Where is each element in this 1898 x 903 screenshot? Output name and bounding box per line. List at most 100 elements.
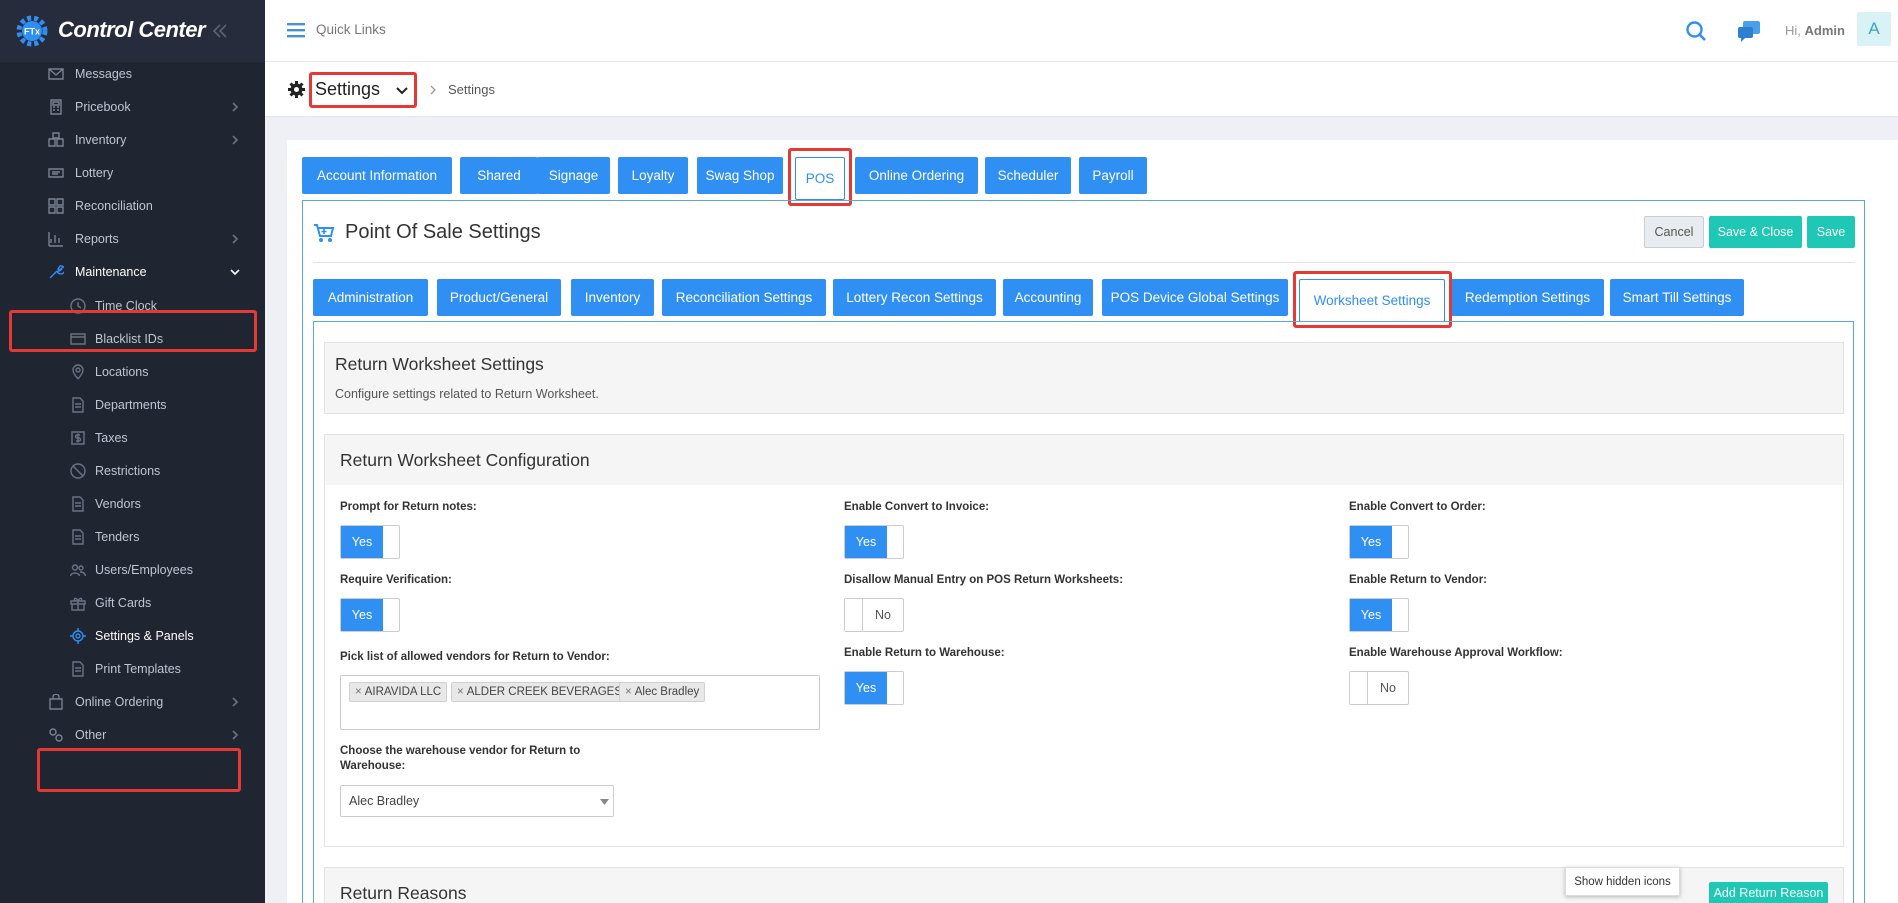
sidebar-subitem-label: Locations [95,365,149,379]
gear-icon [288,81,305,98]
save-close-button[interactable]: Save & Close [1709,216,1802,248]
gear-icon [70,628,86,644]
add-return-reason-button[interactable]: Add Return Reason [1709,882,1828,903]
toggle-on-label: Yes [341,599,383,631]
ban-icon [70,463,86,479]
vendor-chip[interactable]: × AIRAVIDA LLC [349,682,448,702]
tab-scheduler[interactable]: Scheduler [985,157,1071,194]
warehouse-vendor-select[interactable]: Alec Bradley [340,785,614,817]
warehouse-approval-label: Enable Warehouse Approval Workflow: [1349,647,1563,659]
convert-order-label: Enable Convert to Order: [1349,501,1486,513]
search-icon[interactable] [1685,20,1707,42]
pin-icon [72,364,84,380]
convert-order-toggle[interactable]: Yes [1349,525,1409,559]
prompt-notes-toggle[interactable]: Yes [340,525,400,559]
remove-chip-icon[interactable]: × [625,686,632,698]
doc-icon [72,397,84,413]
return-vendor-toggle[interactable]: Yes [1349,598,1409,632]
require-verification-toggle[interactable]: Yes [340,598,400,632]
save-button[interactable]: Save [1807,216,1855,248]
sidebar-item-label: Online Ordering [75,695,164,709]
sidebar-subitem-print-templates[interactable]: Print Templates [0,649,265,689]
chevron-down-icon [230,269,240,276]
subtab-inventory[interactable]: Inventory [571,279,654,316]
tab-loyalty[interactable]: Loyalty [618,157,688,194]
toggle-on-label: Yes [1350,526,1392,558]
logo-gear-icon: FTx [16,15,48,47]
sidebar-subitem-label: Print Templates [95,662,181,676]
caret-down-icon [600,799,609,805]
return-worksheet-title: Return Worksheet Settings [335,354,544,374]
toggle-off-label: No [1380,681,1396,695]
convert-invoice-toggle[interactable]: Yes [844,525,904,559]
subtab-product-general[interactable]: Product/General [437,279,561,316]
pos-tab-highlight [788,148,852,206]
collapse-sidebar-icon[interactable] [210,21,230,41]
chevron-right-icon [232,730,239,740]
logo-area: FTx Control Center [0,0,265,62]
sidebar-subitem-label: Gift Cards [95,596,152,610]
sidebar-subitem-label: Restrictions [95,464,161,478]
tab-swag-shop[interactable]: Swag Shop [697,157,783,194]
gift-icon [70,597,86,611]
top-header: Quick Links Hi, Admin A [265,0,1898,62]
disallow-manual-label: Disallow Manual Entry on POS Return Work… [844,574,1124,586]
remove-chip-icon[interactable]: × [457,686,464,698]
toggle-off-label: No [875,608,891,622]
sidebar-item-label: Reconciliation [75,199,153,213]
title-divider [313,262,1855,263]
logo-badge-text: FTx [24,27,40,37]
sidebar: FTx Control Center Messages Pricebook Inve… [0,0,265,903]
sidebar-item-label: Other [75,728,107,742]
subtab-redemption-settings[interactable]: Redemption Settings [1451,279,1604,316]
tab-signage[interactable]: Signage [537,157,610,194]
return-warehouse-label: Enable Return to Warehouse: [844,647,1005,659]
avatar[interactable]: A [1857,12,1891,46]
sidebar-subitem-label: Tenders [95,530,140,544]
menu-icon[interactable] [287,22,305,38]
toggle-knob [845,599,863,631]
select-value: Alec Bradley [349,794,420,808]
bag-icon [49,694,63,710]
sidebar-subitem-label: Vendors [95,497,141,511]
vendor-chip[interactable]: × Alec Bradley [619,682,706,702]
subtab-administration[interactable]: Administration [313,279,428,316]
config-title: Return Worksheet Configuration [340,450,590,470]
subtab-reconciliation-settings[interactable]: Reconciliation Settings [662,279,826,316]
warehouse-approval-toggle[interactable]: No [1349,671,1409,705]
chevron-right-icon [232,697,239,707]
pick-list-label: Pick list of allowed vendors for Return … [340,651,610,663]
tab-online-ordering[interactable]: Online Ordering [855,157,978,194]
tab-shared[interactable]: Shared [460,157,538,194]
ticket-icon [48,168,64,178]
return-warehouse-toggle[interactable]: Yes [844,671,904,705]
user-name: Admin [1804,23,1845,38]
doc-icon [72,496,84,512]
chat-icon[interactable] [1736,19,1762,43]
vendor-chip[interactable]: × ALDER CREEK BEVERAGES [451,682,629,702]
require-verification-label: Require Verification: [340,574,452,586]
quick-links-link[interactable]: Quick Links [316,22,386,37]
users-icon [70,564,86,577]
return-worksheet-desc: Configure settings related to Return Wor… [335,387,599,401]
toggle-on-label: Yes [845,672,887,704]
subtab-lottery-recon-settings[interactable]: Lottery Recon Settings [833,279,996,316]
tab-payroll[interactable]: Payroll [1079,157,1147,194]
greeting-text: Hi, Admin [1785,23,1845,38]
settings-panels-highlight [37,748,241,792]
dollar-icon [71,431,85,445]
sidebar-item-label: Messages [75,67,132,81]
hidden-icons-tooltip: Show hidden icons [1565,867,1680,896]
cancel-button[interactable]: Cancel [1644,216,1704,248]
remove-chip-icon[interactable]: × [355,686,362,698]
vendor-multiselect[interactable]: × AIRAVIDA LLC × ALDER CREEK BEVERAGES × Al… [340,675,820,730]
convert-invoice-label: Enable Convert to Invoice: [844,501,990,513]
subtab-pos-device-global-settings[interactable]: POS Device Global Settings [1102,279,1288,316]
envelope-icon [48,68,64,80]
tab-account-information[interactable]: Account Information [302,157,452,194]
subtab-accounting[interactable]: Accounting [1003,279,1093,316]
chevron-right-icon [430,85,436,95]
disallow-manual-toggle[interactable]: No [844,598,904,632]
subtab-smart-till-settings[interactable]: Smart Till Settings [1610,279,1744,316]
config-header: Return Worksheet Configuration [324,434,1844,486]
